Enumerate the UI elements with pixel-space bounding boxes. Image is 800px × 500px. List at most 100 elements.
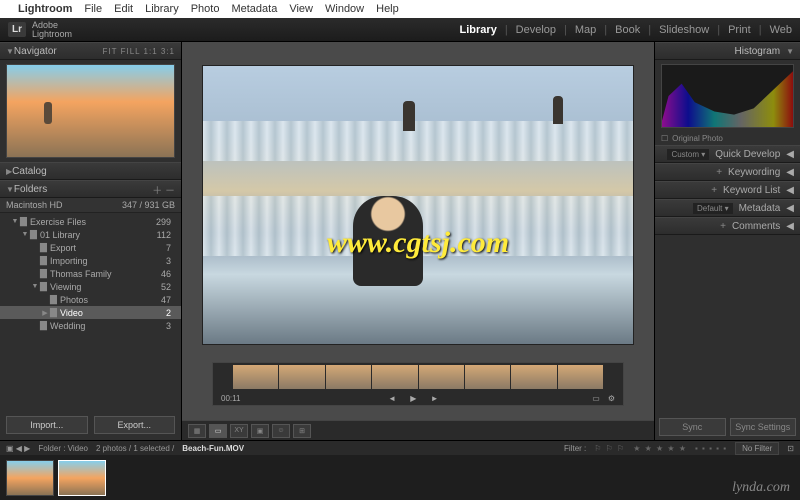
gear-icon[interactable]: ⚙ bbox=[608, 394, 615, 403]
menu-window[interactable]: Window bbox=[325, 3, 364, 15]
navigator-title: Navigator bbox=[14, 46, 103, 57]
module-develop[interactable]: Develop bbox=[516, 24, 556, 36]
module-map[interactable]: Map bbox=[575, 24, 596, 36]
original-photo-toggle[interactable]: ☐ Original Photo bbox=[655, 132, 800, 145]
volume-header[interactable]: Macintosh HD 347 / 931 GB bbox=[0, 198, 181, 213]
menu-help[interactable]: Help bbox=[376, 3, 399, 15]
disclosure-triangle-icon[interactable]: ◀ bbox=[786, 221, 794, 232]
map-view-icon[interactable]: ⊞ bbox=[293, 424, 311, 438]
menu-metadata[interactable]: Metadata bbox=[231, 3, 277, 15]
filmstrip-thumbnails[interactable] bbox=[0, 455, 800, 500]
play-icon[interactable]: ▶ bbox=[410, 394, 422, 403]
right-panel-header[interactable]: Custom ▾Quick Develop◀ bbox=[655, 145, 800, 163]
panel-title: Metadata bbox=[739, 203, 781, 214]
rating-filter[interactable]: ★ ★ ★ ★ ★ bbox=[633, 444, 687, 453]
panel-preset-select[interactable]: Default ▾ bbox=[693, 203, 733, 214]
disclosure-triangle-icon[interactable]: ▼ bbox=[30, 283, 40, 290]
sync-button[interactable]: Sync bbox=[659, 418, 726, 436]
folder-name: Photos bbox=[60, 295, 88, 305]
menu-edit[interactable]: Edit bbox=[114, 3, 133, 15]
folder-icon: ▇ bbox=[40, 268, 50, 279]
filter-preset[interactable]: No Filter bbox=[735, 442, 779, 455]
flag-filter-icons[interactable]: ⚐ ⚐ ⚐ bbox=[594, 444, 625, 453]
loupe-view-icon[interactable]: ▭ bbox=[209, 424, 227, 438]
folder-row[interactable]: ▶▇Video2 bbox=[0, 306, 181, 319]
import-button[interactable]: Import... bbox=[6, 416, 88, 434]
folder-row[interactable]: ▇Photos47 bbox=[0, 293, 181, 306]
compare-view-icon[interactable]: XY bbox=[230, 424, 248, 438]
disclosure-triangle-icon[interactable]: ◀ bbox=[786, 203, 794, 214]
right-panel-header[interactable]: +Keywording◀ bbox=[655, 163, 800, 181]
video-scrubber[interactable] bbox=[233, 365, 603, 389]
disclosure-triangle-icon[interactable]: ▶ bbox=[40, 309, 50, 317]
filmstrip-thumb[interactable] bbox=[6, 460, 54, 496]
module-library[interactable]: Library bbox=[460, 24, 497, 36]
filmstrip-path[interactable]: Folder : Video bbox=[38, 444, 88, 453]
folders-header[interactable]: ▼ Folders ＋ － bbox=[0, 180, 181, 198]
panel-preset-select[interactable]: Custom ▾ bbox=[667, 149, 709, 160]
histogram-display[interactable] bbox=[661, 64, 794, 128]
catalog-header[interactable]: ▶ Catalog bbox=[0, 162, 181, 180]
panel-add-icon[interactable]: + bbox=[711, 185, 717, 196]
folder-icon: ▇ bbox=[40, 242, 50, 253]
export-button[interactable]: Export... bbox=[94, 416, 176, 434]
folder-name: Importing bbox=[50, 256, 88, 266]
right-panel-header[interactable]: Default ▾ Metadata ◀ bbox=[655, 199, 800, 217]
folder-row[interactable]: ▇Export7 bbox=[0, 241, 181, 254]
disclosure-triangle-icon[interactable]: ▼ bbox=[6, 185, 14, 194]
menu-view[interactable]: View bbox=[289, 3, 313, 15]
folder-row[interactable]: ▼▇Exercise Files299 bbox=[0, 215, 181, 228]
folder-row[interactable]: ▇Wedding3 bbox=[0, 319, 181, 332]
next-frame-icon[interactable]: ► bbox=[431, 394, 445, 403]
filter-lock-icon[interactable]: ⊡ bbox=[787, 444, 794, 453]
filmstrip-thumb[interactable] bbox=[58, 460, 106, 496]
navigator-zoom-opts[interactable]: FIT FILL 1:1 3:1 bbox=[103, 47, 175, 56]
folder-name: Thomas Family bbox=[50, 269, 112, 279]
menu-photo[interactable]: Photo bbox=[191, 3, 220, 15]
navigator-header[interactable]: ▼ Navigator FIT FILL 1:1 3:1 bbox=[0, 42, 181, 60]
disclosure-triangle-icon[interactable]: ◀ bbox=[786, 185, 794, 196]
folder-count: 7 bbox=[166, 243, 175, 253]
survey-view-icon[interactable]: ▣ bbox=[251, 424, 269, 438]
prev-frame-icon[interactable]: ◄ bbox=[388, 394, 402, 403]
folder-name: Viewing bbox=[50, 282, 81, 292]
module-slideshow[interactable]: Slideshow bbox=[659, 24, 709, 36]
color-label-filter[interactable]: ▪ ▪ ▪ ▪ ▪ bbox=[695, 444, 727, 453]
folder-tree: Macintosh HD 347 / 931 GB ▼▇Exercise Fil… bbox=[0, 198, 181, 410]
disclosure-triangle-icon[interactable]: ▼ bbox=[6, 47, 14, 56]
menu-file[interactable]: File bbox=[84, 3, 102, 15]
menu-library[interactable]: Library bbox=[145, 3, 179, 15]
app-menu[interactable]: Lightroom bbox=[18, 3, 72, 15]
folder-row[interactable]: ▇Thomas Family46 bbox=[0, 267, 181, 280]
video-preview[interactable]: www.cgtsj.com bbox=[202, 65, 634, 345]
grid-view-icon[interactable]: ▦ bbox=[188, 424, 206, 438]
folder-icon: ▇ bbox=[50, 294, 60, 305]
right-panel-header[interactable]: +Keyword List◀ bbox=[655, 181, 800, 199]
right-panel-group: Histogram ▼ ☐ Original Photo Custom ▾Qui… bbox=[654, 42, 800, 440]
folder-row[interactable]: ▇Importing3 bbox=[0, 254, 181, 267]
disclosure-triangle-icon[interactable]: ◀ bbox=[786, 149, 794, 160]
module-book[interactable]: Book bbox=[615, 24, 640, 36]
disclosure-triangle-icon[interactable]: ▼ bbox=[20, 231, 30, 238]
folders-add-icon[interactable]: ＋ － bbox=[152, 182, 175, 197]
module-web[interactable]: Web bbox=[770, 24, 792, 36]
disclosure-triangle-icon[interactable]: ◀ bbox=[786, 167, 794, 178]
trim-icon[interactable]: ▭ bbox=[592, 394, 600, 403]
histogram-header[interactable]: Histogram ▼ bbox=[655, 42, 800, 60]
second-window-icon[interactable]: ▣ ◀ ▶ bbox=[6, 444, 30, 453]
checkbox-icon[interactable]: ☐ bbox=[661, 134, 668, 143]
loupe-view[interactable]: www.cgtsj.com bbox=[182, 42, 654, 362]
folder-name: Exercise Files bbox=[30, 217, 86, 227]
folder-row[interactable]: ▼▇Viewing52 bbox=[0, 280, 181, 293]
sync-settings-button[interactable]: Sync Settings bbox=[730, 418, 797, 436]
module-print[interactable]: Print bbox=[728, 24, 751, 36]
folder-icon: ▇ bbox=[20, 216, 30, 227]
disclosure-triangle-icon[interactable]: ▼ bbox=[10, 218, 20, 225]
panel-add-icon[interactable]: + bbox=[716, 167, 722, 178]
disclosure-triangle-icon[interactable]: ▼ bbox=[786, 47, 794, 56]
navigator-preview[interactable] bbox=[6, 64, 175, 158]
people-view-icon[interactable]: ☺ bbox=[272, 424, 290, 438]
right-panel-header[interactable]: +Comments◀ bbox=[655, 217, 800, 235]
folder-row[interactable]: ▼▇01 Library112 bbox=[0, 228, 181, 241]
panel-add-icon[interactable]: + bbox=[720, 221, 726, 232]
